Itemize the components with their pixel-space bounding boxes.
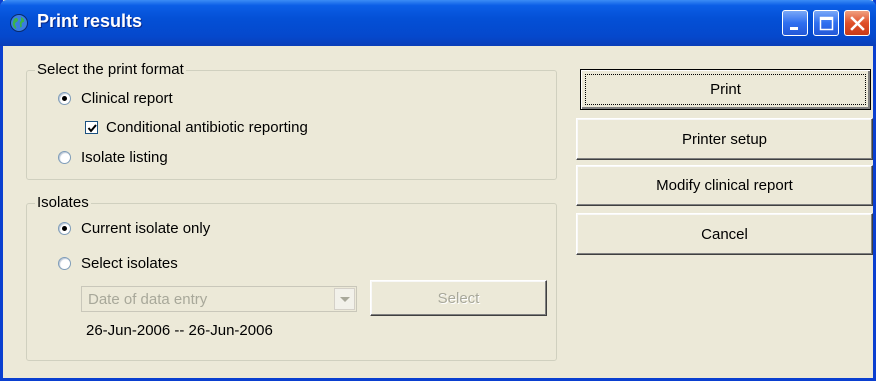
clinical-report-radio-button[interactable] xyxy=(58,91,71,105)
select-isolates-button-label: Select xyxy=(437,289,480,307)
title-bar[interactable]: Print results xyxy=(0,0,876,46)
isolate-listing-label: Isolate listing xyxy=(81,148,168,166)
modify-clinical-report-label: Modify clinical report xyxy=(656,177,793,194)
minimize-icon xyxy=(790,27,798,30)
conditional-antibiotic-checkbox[interactable]: Conditional antibiotic reporting xyxy=(85,117,308,137)
cancel-label: Cancel xyxy=(701,225,748,243)
checkmark-icon xyxy=(87,123,97,133)
maximize-button[interactable] xyxy=(813,10,839,36)
date-range-text: 26-Jun-2006 -- 26-Jun-2006 xyxy=(86,322,273,339)
window-title: Print results xyxy=(37,11,143,31)
print-format-legend: Select the print format xyxy=(35,61,186,79)
close-button[interactable] xyxy=(844,10,870,36)
select-isolates-label: Select isolates xyxy=(81,254,178,272)
conditional-antibiotic-label: Conditional antibiotic reporting xyxy=(106,118,308,136)
cancel-button[interactable]: Cancel xyxy=(576,213,873,255)
isolate-listing-radio[interactable]: Isolate listing xyxy=(58,147,168,167)
current-isolate-radio[interactable]: Current isolate only xyxy=(58,218,210,238)
isolate-listing-radio-button[interactable] xyxy=(58,150,71,164)
printer-setup-label: Printer setup xyxy=(681,130,768,148)
conditional-antibiotic-check[interactable] xyxy=(85,120,98,134)
printer-setup-button[interactable]: Printer setup xyxy=(576,118,873,160)
print-button[interactable]: Print xyxy=(580,69,871,110)
isolate-filter-value: Date of data entry xyxy=(88,290,208,308)
close-icon xyxy=(850,16,865,31)
isolate-filter-select[interactable]: Date of data entry xyxy=(81,286,357,312)
chevron-down-icon xyxy=(340,297,350,302)
select-isolates-button[interactable]: Select xyxy=(370,280,547,316)
minimize-button[interactable] xyxy=(782,10,808,36)
focus-rect xyxy=(585,74,866,105)
current-isolate-radio-button[interactable] xyxy=(58,221,71,235)
select-isolates-radio[interactable]: Select isolates xyxy=(58,253,178,273)
select-isolates-radio-button[interactable] xyxy=(58,256,71,270)
clinical-report-radio[interactable]: Clinical report xyxy=(58,88,173,108)
maximize-icon xyxy=(819,16,834,31)
print-results-dialog: Print results Select the print format Cl… xyxy=(0,0,876,381)
modify-clinical-report-button[interactable]: Modify clinical report xyxy=(576,165,873,206)
globe-icon xyxy=(10,14,28,32)
clinical-report-label: Clinical report xyxy=(81,89,173,107)
dropdown-arrow[interactable] xyxy=(334,288,355,310)
isolates-legend: Isolates xyxy=(35,194,91,212)
current-isolate-label: Current isolate only xyxy=(81,219,211,237)
